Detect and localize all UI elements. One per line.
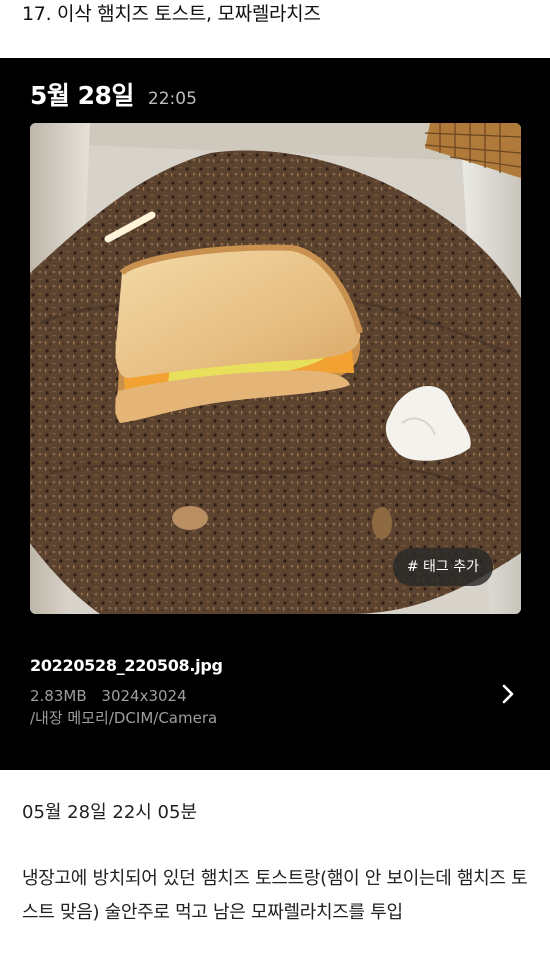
photo-date: 5월 28일 [30, 81, 134, 110]
add-tag-button[interactable]: # 태그 추가 [392, 548, 493, 586]
entry-caption: 냉장고에 방치되어 있던 햄치즈 토스트랑(햄이 안 보이는데 햄치즈 토스트 … [22, 868, 528, 923]
photo-viewer: 5월 28일 22:05 # 태그 추가 20220528_220508.jpg… [0, 58, 550, 770]
entry-timestamp: 05월 28일 22시 05분 [22, 802, 198, 823]
photo-image [30, 123, 521, 614]
file-resolution: 3024x3024 [101, 687, 187, 705]
date-row: 5월 28일 22:05 [30, 76, 197, 112]
file-details-button[interactable] [496, 680, 520, 708]
photo[interactable]: # 태그 추가 [30, 123, 521, 614]
file-info: 20220528_220508.jpg 2.83MB 3024x3024 /내장… [30, 656, 223, 729]
file-meta: 2.83MB 3024x3024 [30, 685, 223, 707]
file-size: 2.83MB [30, 687, 87, 705]
file-path: /내장 메모리/DCIM/Camera [30, 709, 218, 727]
post-title: 17. 이삭 햄치즈 토스트, 모짜렐라치즈 [22, 3, 321, 25]
file-name: 20220528_220508.jpg [30, 656, 223, 675]
photo-time: 22:05 [147, 89, 197, 109]
chevron-right-icon [502, 684, 514, 704]
